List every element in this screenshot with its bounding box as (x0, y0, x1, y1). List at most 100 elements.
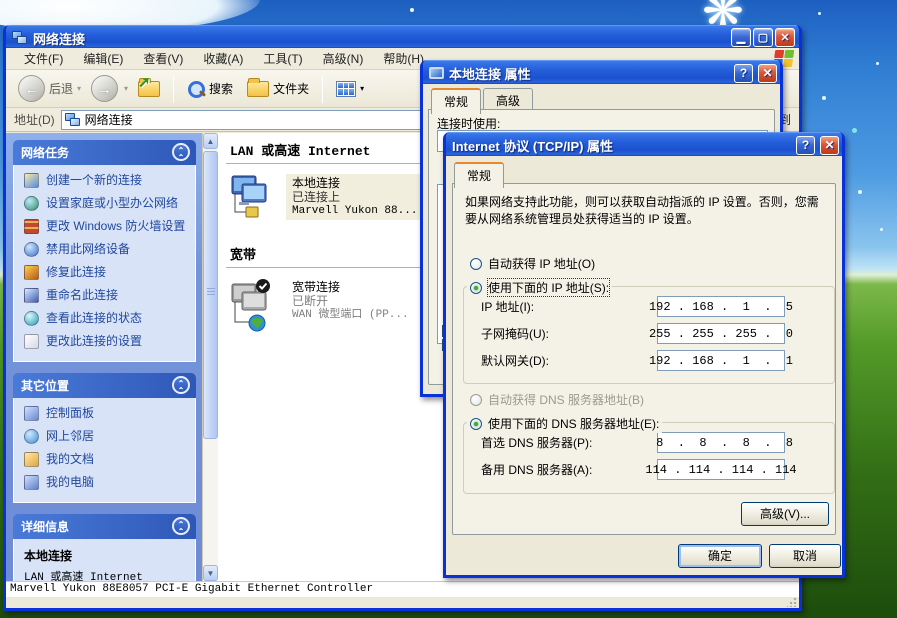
toolbar-separator (173, 75, 174, 103)
status-bar: Marvell Yukon 88E8057 PCI-E Gigabit Ethe… (6, 581, 799, 596)
collapse-chevron-icon[interactable]: ⌃⌃ (172, 143, 190, 161)
network-connections-icon (12, 31, 28, 45)
ok-button[interactable]: 确定 (678, 544, 762, 568)
home-network-icon (24, 196, 39, 211)
task-disable-device[interactable]: 禁用此网络设备 (24, 242, 189, 257)
up-button[interactable]: ➚ (134, 79, 164, 99)
close-button[interactable]: ✕ (775, 28, 795, 47)
new-connection-icon (24, 173, 39, 188)
scroll-down-icon[interactable]: ▼ (203, 565, 218, 581)
views-dropdown-icon: ▾ (360, 84, 364, 93)
back-dropdown-icon[interactable]: ▾ (77, 84, 81, 93)
task-create-connection[interactable]: 创建一个新的连接 (24, 173, 189, 188)
radio-auto-ip[interactable]: 自动获得 IP 地址(O) (467, 254, 598, 273)
scroll-up-icon[interactable]: ▲ (203, 133, 218, 149)
connection-status: 已断开 (292, 294, 409, 308)
star-decoration (818, 12, 821, 15)
window-titlebar[interactable]: 网络连接 ▁ ▢ ✕ (6, 25, 799, 48)
details-connection-name: 本地连接 (24, 549, 72, 563)
cancel-button[interactable]: 取消 (769, 544, 841, 568)
tab-general[interactable]: 常规 (454, 162, 504, 188)
views-button[interactable]: ▾ (332, 79, 368, 99)
preferred-dns-field[interactable]: 8 . 8 . 8 . 8 (657, 432, 785, 453)
default-gateway-label: 默认网关(D): (481, 352, 657, 369)
forward-button[interactable]: → (91, 75, 118, 102)
details-connection-type: LAN 或高速 Internet (24, 568, 189, 581)
radio-use-ip[interactable]: 使用下面的 IP 地址(S): (467, 278, 612, 297)
panel-network-tasks-header[interactable]: 网络任务 ⌃⌃ (13, 140, 196, 165)
menu-tools[interactable]: 工具(T) (253, 48, 312, 69)
radio-auto-dns[interactable]: 自动获得 DNS 服务器地址(B) (467, 390, 647, 409)
panel-title: 详细信息 (21, 518, 69, 535)
collapse-chevron-icon[interactable]: ⌃⌃ (172, 517, 190, 535)
star-decoration (858, 190, 862, 194)
panel-other-places: 其它位置 ⌃⌃ 控制面板 网上邻居 我的文档 (13, 373, 196, 503)
alternate-dns-label: 备用 DNS 服务器(A): (481, 461, 657, 478)
settings-doc-icon (24, 334, 39, 349)
task-rename-connection[interactable]: 重命名此连接 (24, 288, 189, 303)
menu-edit[interactable]: 编辑(E) (73, 48, 133, 69)
collapse-chevron-icon[interactable]: ⌃⌃ (172, 376, 190, 394)
forward-dropdown-icon[interactable]: ▾ (124, 84, 128, 93)
task-setup-home-network[interactable]: 设置家庭或小型办公网络 (24, 196, 189, 211)
help-button[interactable]: ? (796, 136, 815, 155)
control-panel-icon (24, 406, 39, 421)
task-pane: 网络任务 ⌃⌃ 创建一个新的连接 设置家庭或小型办公网络 更改 Windows (6, 133, 202, 581)
minimize-button[interactable]: ▁ (731, 28, 751, 47)
place-my-documents[interactable]: 我的文档 (24, 452, 189, 467)
panel-title: 网络任务 (21, 144, 69, 161)
star-decoration (852, 128, 857, 133)
panel-details-header[interactable]: 详细信息 ⌃⌃ (13, 514, 196, 539)
lan-connection-icon (230, 174, 276, 226)
task-repair-connection[interactable]: 修复此连接 (24, 265, 189, 280)
folders-icon (247, 81, 269, 97)
ip-address-field[interactable]: 192 . 168 . 1 . 5 (657, 296, 785, 317)
menu-file[interactable]: 文件(F) (14, 48, 73, 69)
repair-wrench-icon (24, 265, 39, 280)
search-button[interactable]: 搜索 (183, 78, 237, 100)
subnet-mask-field[interactable]: 255 . 255 . 255 . 0 (657, 323, 785, 344)
default-gateway-field[interactable]: 192 . 168 . 1 . 1 (657, 350, 785, 371)
task-pane-scrollbar[interactable]: ▲ ▼ (202, 133, 218, 581)
address-label: 地址(D) (14, 111, 55, 128)
my-network-places-icon (24, 429, 39, 444)
radio-use-dns[interactable]: 使用下面的 DNS 服务器地址(E): (467, 414, 662, 433)
panel-other-places-header[interactable]: 其它位置 ⌃⌃ (13, 373, 196, 398)
menu-advanced[interactable]: 高级(N) (313, 48, 374, 69)
help-button[interactable]: ? (734, 64, 753, 83)
search-label: 搜索 (209, 80, 233, 97)
subnet-mask-label: 子网掩码(U): (481, 325, 657, 342)
place-control-panel[interactable]: 控制面板 (24, 406, 189, 421)
task-change-settings[interactable]: 更改此连接的设置 (24, 334, 189, 349)
tcpip-properties-dialog: Internet 协议 (TCP/IP) 属性 ? ✕ 常规 如果网络支持此功能… (443, 132, 845, 578)
broadband-connection-icon (230, 278, 276, 334)
menu-favorites[interactable]: 收藏(A) (193, 48, 253, 69)
place-network-neighborhood[interactable]: 网上邻居 (24, 429, 189, 444)
connection-device: WAN 微型端口 (PP... (292, 308, 409, 322)
back-button[interactable]: ← 后退 ▾ (14, 73, 85, 104)
tab-general[interactable]: 常规 (431, 88, 481, 114)
alternate-dns-field[interactable]: 114 . 114 . 114 . 114 (657, 459, 785, 480)
window-title: 网络连接 (33, 29, 85, 48)
dialog-titlebar[interactable]: Internet 协议 (TCP/IP) 属性 ? ✕ (446, 132, 842, 156)
panel-network-tasks: 网络任务 ⌃⌃ 创建一个新的连接 设置家庭或小型办公网络 更改 Windows (13, 140, 196, 362)
scrollbar-thumb[interactable] (203, 151, 218, 439)
toolbar-separator (322, 75, 323, 103)
folders-button[interactable]: 文件夹 (243, 78, 313, 99)
connection-status-icon (24, 311, 39, 326)
place-my-computer[interactable]: 我的电脑 (24, 475, 189, 490)
close-button[interactable]: ✕ (820, 136, 839, 155)
close-button[interactable]: ✕ (758, 64, 777, 83)
dialog-titlebar[interactable]: 本地连接 属性 ? ✕ (423, 60, 780, 84)
menu-view[interactable]: 查看(V) (133, 48, 193, 69)
dialog-title: 本地连接 属性 (449, 64, 729, 83)
task-view-status[interactable]: 查看此连接的状态 (24, 311, 189, 326)
connection-name: 本地连接 (292, 176, 417, 190)
up-arrow-icon: ➚ (138, 73, 151, 91)
maximize-button[interactable]: ▢ (753, 28, 773, 47)
radio-selected-icon (470, 418, 482, 430)
resize-grip[interactable] (787, 597, 797, 607)
task-change-firewall[interactable]: 更改 Windows 防火墙设置 (24, 219, 189, 234)
dialog-title: Internet 协议 (TCP/IP) 属性 (452, 136, 791, 155)
advanced-button[interactable]: 高级(V)... (741, 502, 829, 526)
